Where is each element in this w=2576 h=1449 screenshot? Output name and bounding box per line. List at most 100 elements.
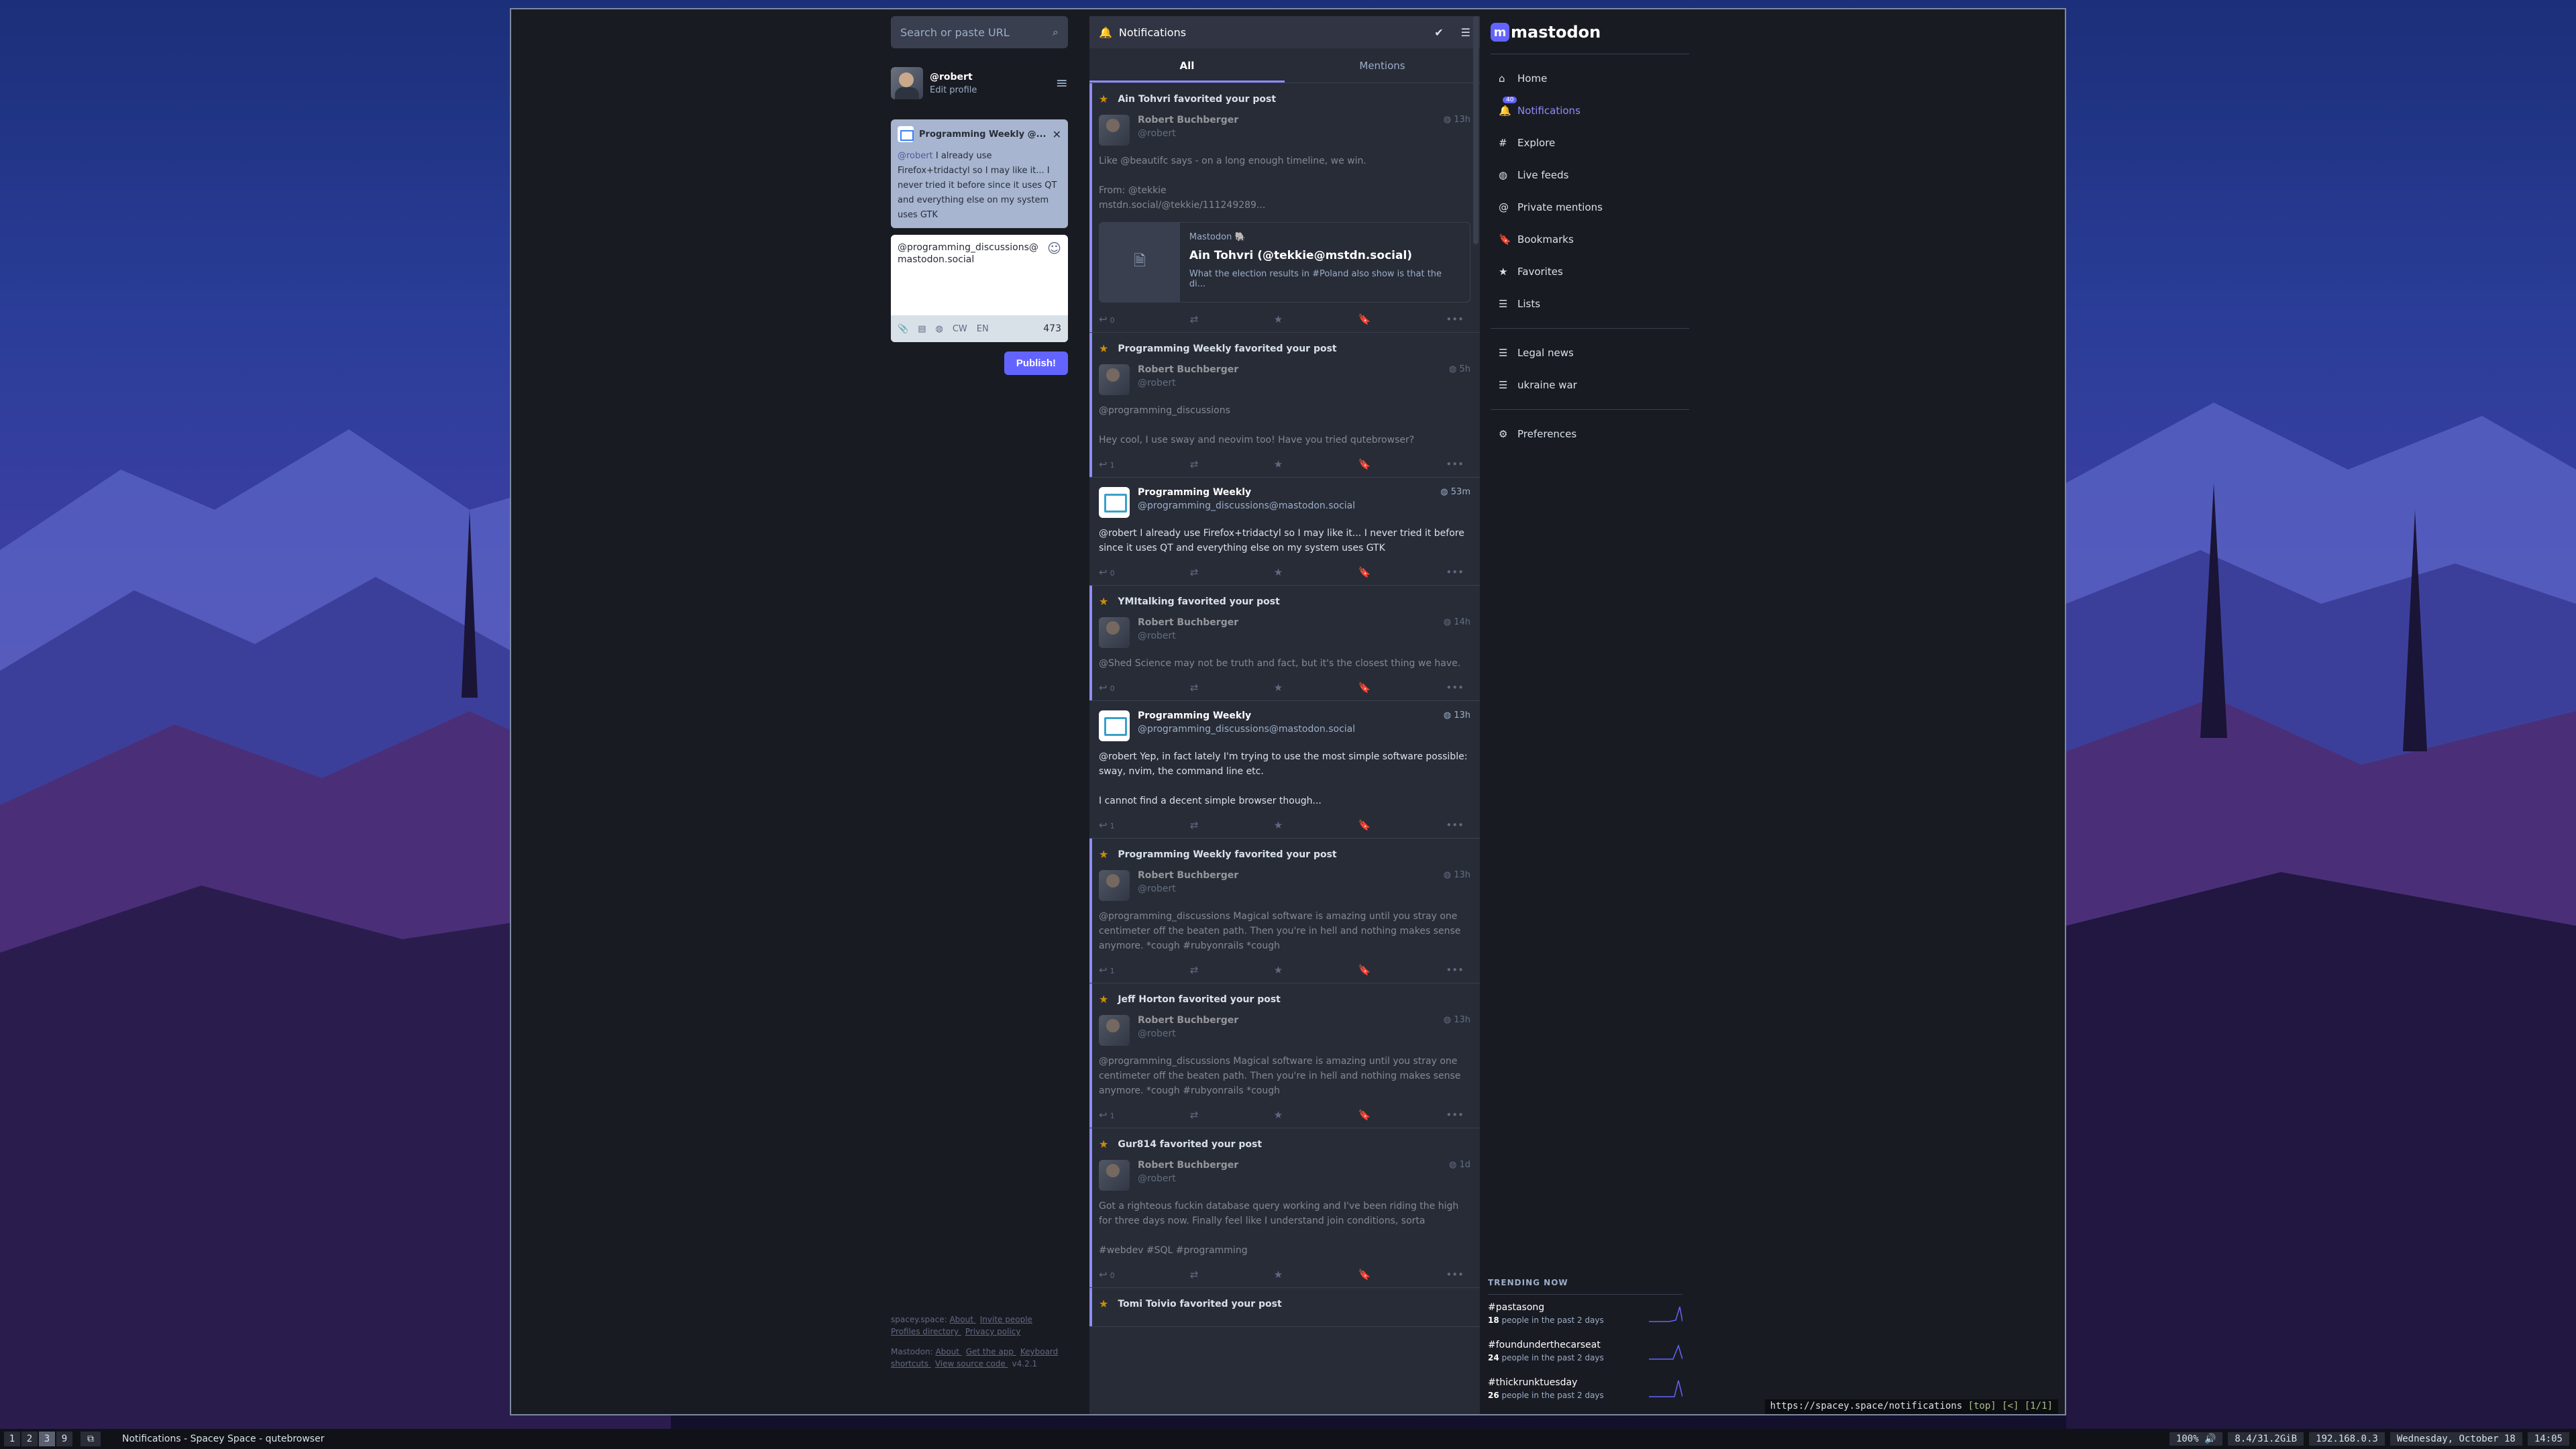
- avatar[interactable]: [1099, 487, 1130, 518]
- bookmark-icon[interactable]: 🔖: [1358, 313, 1371, 325]
- avatar[interactable]: [1099, 870, 1130, 901]
- more-icon[interactable]: •••: [1446, 964, 1464, 976]
- reply-button[interactable]: ↩ 0: [1099, 682, 1115, 694]
- star-icon[interactable]: ★: [1274, 1109, 1283, 1121]
- star-icon[interactable]: ★: [1274, 964, 1283, 976]
- reply-button[interactable]: ↩ 1: [1099, 1109, 1115, 1121]
- favorite-notification[interactable]: ★ Programming Weekly favorited your post R…: [1089, 333, 1480, 478]
- star-icon[interactable]: ★: [1274, 458, 1283, 470]
- display-name[interactable]: Robert Buchberger: [1138, 364, 1449, 375]
- footer-link[interactable]: Invite people: [980, 1315, 1032, 1324]
- edit-profile-link[interactable]: Edit profile: [930, 85, 1056, 95]
- timestamp[interactable]: ◍ 13h: [1444, 710, 1470, 720]
- more-icon[interactable]: •••: [1446, 1269, 1464, 1281]
- display-name[interactable]: Robert Buchberger: [1138, 1160, 1449, 1171]
- window-layout-icon[interactable]: ⧉: [80, 1432, 101, 1446]
- bookmark-icon[interactable]: 🔖: [1358, 819, 1371, 831]
- scrollbar[interactable]: [1473, 16, 1479, 244]
- nav-preferences[interactable]: ⚙ Preferences: [1491, 418, 1689, 450]
- nav-lists[interactable]: ☰ Lists: [1491, 288, 1689, 320]
- account-handle[interactable]: @robert: [1138, 883, 1444, 894]
- favorite-notification[interactable]: ★ Ain Tohvri favorited your post Robert Bu…: [1089, 83, 1480, 333]
- avatar[interactable]: [1099, 617, 1130, 648]
- star-icon[interactable]: ★: [1274, 566, 1283, 578]
- reply-button[interactable]: ↩ 1: [1099, 458, 1115, 470]
- star-icon[interactable]: ★: [1274, 313, 1283, 325]
- bookmark-icon[interactable]: 🔖: [1358, 682, 1371, 694]
- favorited-by-text[interactable]: Programming Weekly favorited your post: [1118, 343, 1336, 354]
- close-icon[interactable]: ✕: [1053, 128, 1061, 141]
- language-button[interactable]: EN: [977, 324, 989, 334]
- display-name[interactable]: Robert Buchberger: [1138, 870, 1444, 881]
- avatar[interactable]: [1099, 364, 1130, 395]
- publish-button[interactable]: Publish!: [1004, 352, 1068, 375]
- timestamp[interactable]: ◍ 13h: [1444, 870, 1470, 880]
- display-name[interactable]: Robert Buchberger: [1138, 617, 1444, 628]
- more-icon[interactable]: •••: [1446, 1109, 1464, 1121]
- timestamp[interactable]: ◍ 1d: [1449, 1160, 1470, 1170]
- account-handle[interactable]: @programming_discussions@mastodon.social: [1138, 724, 1444, 735]
- mention-notification[interactable]: Programming Weekly @programming_discussio…: [1089, 478, 1480, 586]
- bookmark-icon[interactable]: 🔖: [1358, 1269, 1371, 1281]
- boost-icon[interactable]: ⇄: [1190, 964, 1199, 976]
- display-name[interactable]: Robert Buchberger: [1138, 1015, 1444, 1026]
- footer-link[interactable]: Get the app: [966, 1347, 1016, 1356]
- reply-button[interactable]: ↩ 1: [1099, 819, 1115, 831]
- link-preview-card[interactable]: 🗎 Mastodon 🐘 Ain Tohvri (@tekkie@mstdn.soc…: [1099, 222, 1470, 303]
- boost-icon[interactable]: ⇄: [1190, 313, 1199, 325]
- timestamp[interactable]: ◍ 13h: [1444, 115, 1470, 125]
- avatar[interactable]: [1099, 1160, 1130, 1191]
- check-icon[interactable]: ✔: [1434, 26, 1443, 39]
- star-icon[interactable]: ★: [1274, 1269, 1283, 1281]
- volume-indicator[interactable]: 100% 🔊: [2169, 1432, 2223, 1446]
- timestamp[interactable]: ◍ 5h: [1449, 364, 1470, 374]
- bookmark-icon[interactable]: 🔖: [1358, 964, 1371, 976]
- poll-icon[interactable]: ▤: [918, 324, 926, 334]
- boost-icon[interactable]: ⇄: [1190, 1109, 1199, 1121]
- reply-button[interactable]: ↩ 0: [1099, 313, 1115, 325]
- list-legal-news[interactable]: ☰ Legal news: [1491, 337, 1689, 369]
- display-name[interactable]: Robert Buchberger: [1138, 115, 1444, 125]
- list-ukraine-war[interactable]: ☰ ukraine war: [1491, 369, 1689, 401]
- boost-icon[interactable]: ⇄: [1190, 1269, 1199, 1281]
- more-icon[interactable]: •••: [1446, 819, 1464, 831]
- avatar[interactable]: [1099, 115, 1130, 146]
- avatar[interactable]: [1099, 1015, 1130, 1046]
- settings-sliders-icon[interactable]: ☰: [1461, 26, 1470, 39]
- trending-hashtag[interactable]: #pastasong 18 people in the past 2 days: [1488, 1295, 1682, 1332]
- menu-icon[interactable]: ≡: [1056, 75, 1068, 92]
- search-input[interactable]: Search or paste URL ⌕: [891, 16, 1068, 48]
- timestamp[interactable]: ◍ 14h: [1444, 617, 1470, 627]
- trending-hashtag[interactable]: #thickrunktuesday 26 people in the past 2…: [1488, 1370, 1682, 1407]
- profile-handle[interactable]: @robert: [930, 72, 1056, 83]
- footer-link[interactable]: Privacy policy: [965, 1327, 1021, 1336]
- account-handle[interactable]: @robert: [1138, 1028, 1444, 1039]
- footer-link[interactable]: View source code: [935, 1359, 1008, 1368]
- column-title[interactable]: Notifications: [1119, 26, 1186, 39]
- favorite-notification[interactable]: ★ Gur814 favorited your post Robert Buchbe…: [1089, 1128, 1480, 1288]
- more-icon[interactable]: •••: [1446, 682, 1464, 694]
- footer-link[interactable]: About: [935, 1347, 961, 1356]
- globe-icon[interactable]: ◍: [935, 324, 943, 334]
- content-warning-button[interactable]: CW: [953, 324, 967, 334]
- display-name[interactable]: Programming Weekly: [1138, 487, 1440, 498]
- workspace-3[interactable]: 3: [39, 1432, 55, 1446]
- favorited-by-text[interactable]: Tomi Toivio favorited your post: [1118, 1299, 1281, 1309]
- account-handle[interactable]: @robert: [1138, 378, 1449, 388]
- reply-button[interactable]: ↩ 0: [1099, 1269, 1115, 1281]
- emoji-picker-icon[interactable]: ☺: [1047, 240, 1061, 256]
- favorited-by-text[interactable]: Programming Weekly favorited your post: [1118, 849, 1336, 860]
- favorited-by-text[interactable]: Gur814 favorited your post: [1118, 1139, 1262, 1150]
- favorited-by-text[interactable]: Ain Tohvri favorited your post: [1118, 94, 1276, 105]
- favorite-notification[interactable]: ★ YMItalking favorited your post Robert Bu…: [1089, 586, 1480, 701]
- nav-favorites[interactable]: ★ Favorites: [1491, 256, 1689, 288]
- timestamp[interactable]: ◍ 53m: [1440, 487, 1470, 497]
- nav-home[interactable]: ⌂ Home: [1491, 62, 1689, 95]
- compose-textarea[interactable]: @programming_discussions@mastodon.social…: [891, 235, 1068, 342]
- reply-button[interactable]: ↩ 0: [1099, 566, 1115, 578]
- boost-icon[interactable]: ⇄: [1190, 566, 1199, 578]
- nav-live-feeds[interactable]: ◍ Live feeds: [1491, 159, 1689, 191]
- paperclip-icon[interactable]: 📎: [898, 324, 908, 334]
- boost-icon[interactable]: ⇄: [1190, 458, 1199, 470]
- account-handle[interactable]: @robert: [1138, 631, 1444, 641]
